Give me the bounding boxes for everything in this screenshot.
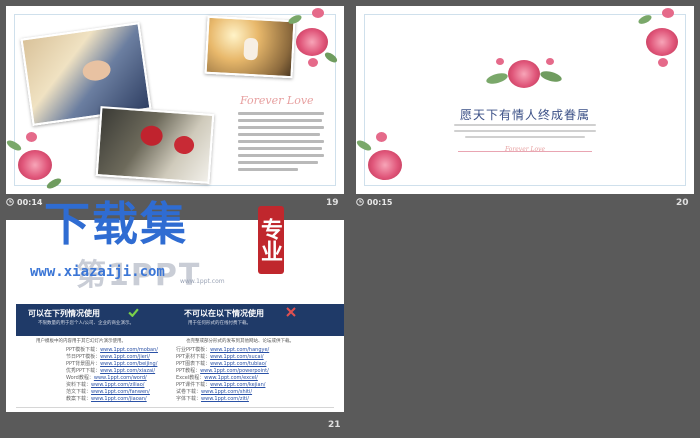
watermark-stamp: 专业 [257, 206, 284, 274]
check-icon [128, 308, 139, 317]
subtitle-text-block [454, 124, 596, 142]
link-row: 教案下载：www.1ppt.com/jiaoan/ [66, 395, 158, 402]
link-url[interactable]: www.1ppt.com/ziti/ [201, 396, 249, 402]
link-row: 行业PPT模板：www.1ppt.com/hangye/ [176, 346, 269, 353]
roses-vase-photo [95, 106, 215, 184]
slide-time: 00:15 [367, 198, 393, 207]
rose-cluster-top-right [637, 6, 690, 76]
cross-icon [286, 307, 296, 317]
rose-cluster-bottom-left [6, 124, 66, 194]
allowed-note: 不限数量的用于您个人/公司、企业的商业演示。 [38, 321, 135, 326]
link-row: 优秀PPT下载：www.1ppt.com/xiazai/ [66, 367, 158, 374]
rose-cluster-top-right [287, 6, 340, 76]
forbidden-note: 也完整或部分形式的发布到其他网站、论坛或供下载。 [186, 339, 294, 344]
link-row: Excel教程：www.1ppt.com/excel/ [176, 374, 269, 381]
slide-thumbnail-20[interactable]: 愿天下有情人终成眷属 Forever Love [356, 6, 694, 194]
forbidden-heading: 不可以在以下情况使用 [184, 309, 264, 318]
slide-number: 19 [326, 198, 339, 208]
link-row: 节日PPT模板：www.1ppt.com/jieri/ [66, 353, 158, 360]
links-right-column: 行业PPT模板：www.1ppt.com/hangye/PPT素材下载：www.… [176, 346, 269, 402]
watermark-title: 下载集 [44, 197, 188, 251]
script-title: Forever Love [240, 94, 314, 107]
link-row: PPT模板下载：www.1ppt.com/moban/ [66, 346, 158, 353]
usage-banner: 可以在下列情况使用 不可以在以下情况使用 不限数量的用于您个人/公司、企业的商业… [16, 304, 344, 336]
link-row: PPT素材下载：www.1ppt.com/sucai/ [176, 353, 269, 360]
link-label: 教案下载： [66, 396, 92, 402]
link-row: 试卷下载：www.1ppt.com/shiti/ [176, 388, 269, 395]
script-title: Forever Love [504, 146, 546, 153]
forbidden-note: 用于任何形式的在线付费下载。 [188, 321, 251, 326]
slide-19-timing: 00:14 [6, 196, 42, 210]
body-text-block [238, 112, 324, 175]
link-row: PPT图表下载：www.1ppt.com/tubiao/ [176, 360, 269, 367]
link-url[interactable]: www.1ppt.com/jiaoan/ [91, 396, 147, 402]
slide-20-timing: 00:15 [356, 196, 392, 210]
links-left-column: PPT模板下载：www.1ppt.com/moban/节日PPT模板：www.1… [66, 346, 158, 402]
watermark-url: www.xiazaiji.com [30, 264, 165, 280]
logo-url: www.1ppt.com [180, 278, 225, 285]
link-row: 范文下载：www.1ppt.com/fanwen/ [66, 388, 158, 395]
allowed-heading: 可以在下列情况使用 [28, 309, 100, 318]
clock-icon [6, 198, 14, 206]
link-row: PPT课件下载：www.1ppt.com/kejian/ [176, 381, 269, 388]
link-row: 资料下载：www.1ppt.com/ziliao/ [66, 381, 158, 388]
slide-number: 21 [328, 420, 341, 430]
rose-cluster-center [485, 52, 563, 102]
slide-heading: 愿天下有情人终成眷属 [459, 108, 590, 122]
woman-sunset-photo [204, 15, 296, 79]
slide-thumbnail-19[interactable]: Forever Love [6, 6, 344, 194]
link-row: PPT教程：www.1ppt.com/powerpoint/ [176, 367, 269, 374]
rose-cluster-bottom-left [356, 124, 416, 194]
bottom-rule [16, 407, 334, 408]
allowed-note: 用户模板中的内容用于其它幻灯片演示使用。 [36, 339, 126, 344]
clock-icon [356, 198, 364, 206]
link-row: 字体下载：www.1ppt.com/ziti/ [176, 395, 269, 402]
link-label: 字体下载： [176, 396, 202, 402]
slide-time: 00:14 [17, 198, 43, 207]
link-row: PPT背景图片：www.1ppt.com/beijing/ [66, 360, 158, 367]
link-row: Word教程：www.1ppt.com/word/ [66, 374, 158, 381]
slide-number: 20 [676, 198, 689, 208]
